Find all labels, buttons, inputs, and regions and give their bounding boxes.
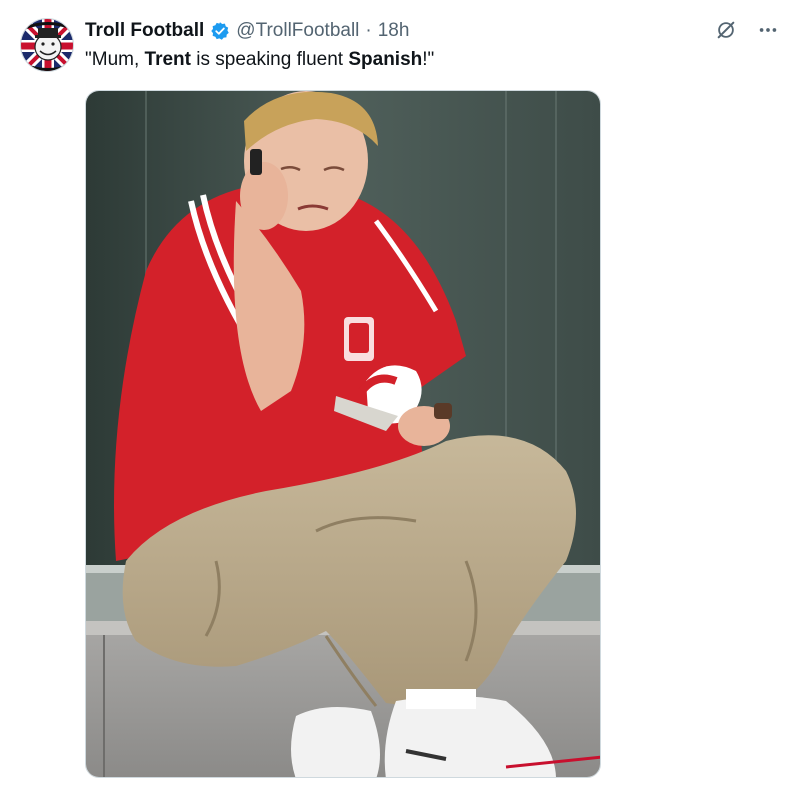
tweet-text-part: "Mum, — [85, 49, 145, 70]
verified-badge-icon — [210, 21, 230, 41]
tweet-header: Troll Football @TrollFootball · 18h — [85, 19, 409, 43]
tweet-text-part: !" — [422, 49, 435, 70]
display-name[interactable]: Troll Football — [85, 19, 204, 43]
header-actions — [714, 18, 780, 42]
tweet-text-part: is speaking fluent — [190, 49, 349, 70]
tweet[interactable]: Troll Football @TrollFootball · 18h "Mum… — [0, 0, 800, 798]
grok-slash-icon[interactable] — [714, 18, 738, 42]
tweet-text-bold: Trent — [144, 49, 191, 70]
timestamp[interactable]: 18h — [378, 19, 410, 43]
troll-face-union-jack-avatar — [21, 19, 73, 71]
handle[interactable]: @TrollFootball — [236, 19, 359, 43]
avatar[interactable] — [20, 18, 74, 72]
tweet-media[interactable] — [85, 90, 601, 778]
tweet-text-bold: Spanish — [348, 49, 423, 70]
crying-liverpool-fan-photo — [86, 91, 600, 777]
more-dots-icon[interactable] — [756, 18, 780, 42]
tweet-text: "Mum, Trent is speaking fluent Spanish!" — [85, 47, 434, 73]
separator-dot: · — [365, 20, 372, 41]
